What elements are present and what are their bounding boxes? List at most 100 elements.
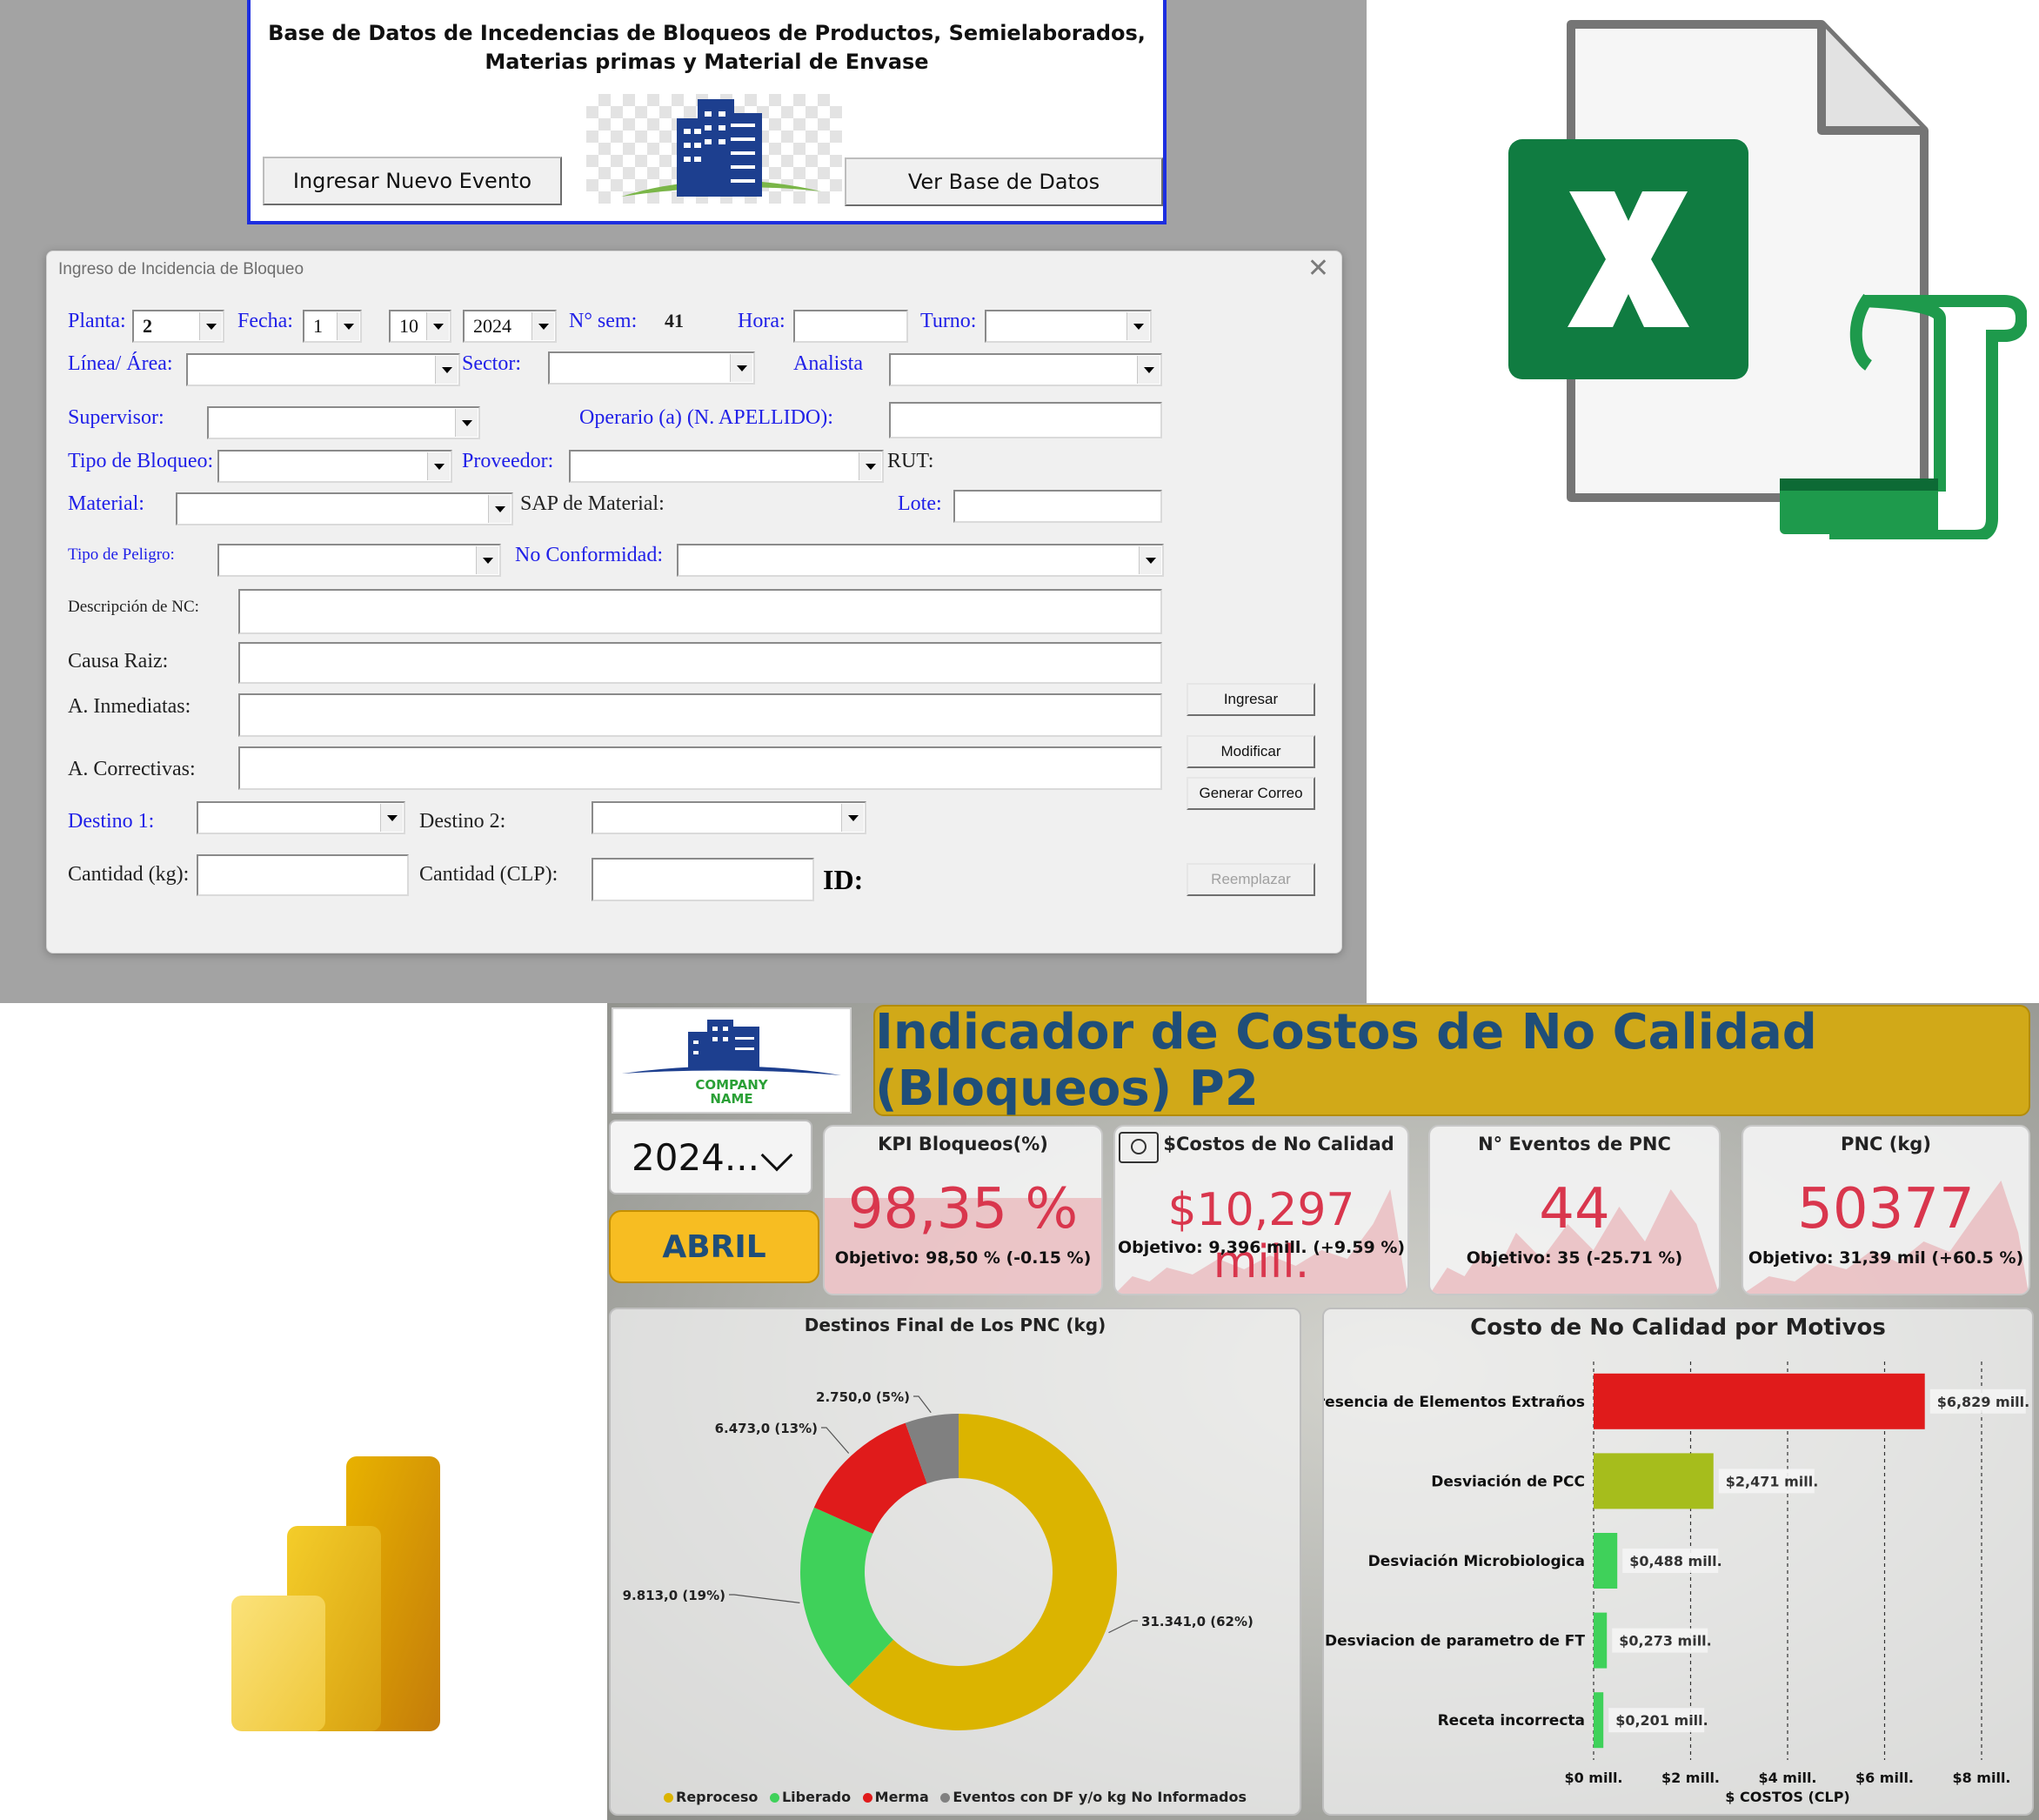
correctivas-label: A. Correctivas: <box>68 758 196 780</box>
anio-combo[interactable]: 2024 <box>463 310 557 343</box>
ingresar-button[interactable]: Ingresar <box>1187 683 1315 716</box>
legend-dot <box>664 1793 673 1803</box>
chevron-down-icon[interactable] <box>730 354 752 382</box>
mes-combo[interactable]: 10 <box>389 310 451 343</box>
sector-combo[interactable] <box>548 351 755 385</box>
material-combo[interactable] <box>176 492 513 525</box>
chevron-down-icon[interactable] <box>455 409 478 437</box>
proveedor-combo[interactable] <box>569 450 884 483</box>
year-slicer[interactable]: 2024... <box>609 1120 812 1194</box>
category-label: Desviación Microbiologica <box>1368 1553 1585 1570</box>
chevron-down-icon[interactable] <box>1137 356 1160 384</box>
donut-data-label: 9.813,0 (19%) <box>623 1588 725 1603</box>
planta-combo[interactable]: 2 <box>132 310 224 343</box>
correctivas-field[interactable] <box>238 746 1162 790</box>
chevron-down-icon[interactable] <box>531 312 554 340</box>
tipo-bloqueo-label: Tipo de Bloqueo: <box>68 450 214 472</box>
chevron-down-icon[interactable] <box>380 804 403 832</box>
legend-dot <box>862 1793 872 1803</box>
analista-combo[interactable] <box>889 353 1162 386</box>
kpi-goal: Objetivo: 35 (-25.71 %) <box>1466 1248 1683 1268</box>
legend-item[interactable]: Merma <box>862 1789 929 1805</box>
legend-item[interactable]: Reproceso <box>664 1789 758 1805</box>
chevron-down-icon[interactable] <box>760 1139 793 1172</box>
donut-chart-panel: Destinos Final de Los PNC (kg) 31.341,0 … <box>609 1308 1301 1816</box>
tipo-bloqueo-combo[interactable] <box>217 450 452 483</box>
no-conformidad-combo[interactable] <box>677 544 1164 577</box>
kpi-value: 50377 <box>1797 1177 1975 1241</box>
excel-header-title: Base de Datos de Incedencias de Bloqueos… <box>268 21 1146 74</box>
causa-field[interactable] <box>238 642 1162 684</box>
reemplazar-button[interactable]: Reemplazar <box>1187 863 1315 896</box>
descripcion-field[interactable] <box>238 589 1162 634</box>
modificar-button[interactable]: Modificar <box>1187 735 1315 768</box>
bar-chart: $0 mill. $2 mill. $4 mill. $6 mill. $8 mill.… <box>1324 1362 2029 1805</box>
donut-chart: 31.341,0 (62%) 9.813,0 (19%) 6.473,0 (13%)… <box>623 1389 1253 1730</box>
donut-data-label: 2.750,0 (5%) <box>816 1389 910 1405</box>
x-axis-label: $ COSTOS (CLP) <box>1725 1789 1849 1805</box>
rut-label: RUT: <box>887 450 934 472</box>
legend-item[interactable]: Liberado <box>769 1789 851 1805</box>
lote-field[interactable] <box>953 490 1162 523</box>
kpi-title: KPI Bloqueos(%) <box>878 1134 1048 1154</box>
inmediatas-field[interactable] <box>238 693 1162 737</box>
chevron-down-icon[interactable] <box>1139 546 1161 574</box>
chevron-down-icon[interactable] <box>199 312 222 340</box>
chevron-down-icon[interactable] <box>337 312 359 340</box>
linea-label: Línea/ Área: <box>68 352 173 375</box>
kpi-value: 44 <box>1539 1177 1610 1241</box>
bar-data-label: $0,488 mill. <box>1629 1553 1722 1569</box>
legend-label: Eventos con DF y/o kg No Informados <box>953 1789 1247 1805</box>
destino1-label: Destino 1: <box>68 810 155 833</box>
x-tick-label: $2 mill. <box>1661 1770 1720 1786</box>
tipo-peligro-combo[interactable] <box>217 544 501 577</box>
close-icon[interactable]: ✕ <box>1307 253 1329 284</box>
bar[interactable] <box>1594 1692 1604 1749</box>
bar-data-label: $0,201 mill. <box>1615 1712 1708 1729</box>
kpi-title: PNC (kg) <box>1841 1134 1931 1154</box>
dialog-title: Ingreso de Incidencia de Bloqueo <box>58 260 304 278</box>
no-conformidad-label: No Conformidad: <box>515 544 663 566</box>
chevron-down-icon[interactable] <box>1126 312 1149 340</box>
kpi-card-costos: $Costos de No Calidad $10,297 mill. Obje… <box>1113 1125 1409 1295</box>
bar[interactable] <box>1594 1533 1618 1589</box>
destino1-combo[interactable] <box>197 801 405 834</box>
chevron-down-icon[interactable] <box>841 804 864 832</box>
incident-form-dialog: Ingreso de Incidencia de Bloqueo ✕ Plant… <box>46 251 1342 953</box>
cantidad-kg-field[interactable] <box>197 854 409 896</box>
month-button[interactable]: ABRIL <box>609 1210 819 1283</box>
hora-field[interactable] <box>793 310 908 343</box>
turno-combo[interactable] <box>985 310 1152 343</box>
chevron-down-icon[interactable] <box>488 495 511 523</box>
linea-combo[interactable] <box>186 353 460 386</box>
generar-correo-button[interactable]: Generar Correo <box>1187 777 1315 810</box>
dia-combo[interactable]: 1 <box>303 310 362 343</box>
tipo-peligro-label: Tipo de Peligro: <box>68 545 175 564</box>
mes-value: 10 <box>399 315 418 337</box>
view-database-button[interactable]: Ver Base de Datos <box>845 157 1163 206</box>
leader-line <box>913 1395 932 1414</box>
chevron-down-icon[interactable] <box>476 546 498 574</box>
new-event-button[interactable]: Ingresar Nuevo Evento <box>263 157 562 205</box>
excel-file-icon <box>1505 17 2029 542</box>
cantidad-clp-label: Cantidad (CLP): <box>419 863 558 886</box>
cantidad-clp-field[interactable] <box>592 858 814 901</box>
category-label: Desviacion de parametro de FT <box>1325 1633 1585 1650</box>
leader-line <box>729 1594 800 1603</box>
destino2-combo[interactable] <box>592 801 866 834</box>
anio-value: 2024 <box>473 315 511 337</box>
chevron-down-icon[interactable] <box>859 452 881 480</box>
bar[interactable] <box>1594 1373 1925 1429</box>
planta-label: Planta: <box>68 310 126 332</box>
bar[interactable] <box>1594 1612 1608 1669</box>
supervisor-combo[interactable] <box>207 406 480 439</box>
operario-field[interactable] <box>889 402 1162 438</box>
chevron-down-icon[interactable] <box>435 356 458 384</box>
bar[interactable] <box>1594 1453 1714 1509</box>
legend-item[interactable]: Eventos con DF y/o kg No Informados <box>940 1789 1247 1805</box>
donut-legend: Reproceso Liberado Merma Eventos con DF … <box>611 1789 1300 1805</box>
legend-label: Merma <box>874 1789 929 1805</box>
chevron-down-icon[interactable] <box>426 312 449 340</box>
x-tick-label: $6 mill. <box>1855 1770 1914 1786</box>
chevron-down-icon[interactable] <box>427 452 450 480</box>
